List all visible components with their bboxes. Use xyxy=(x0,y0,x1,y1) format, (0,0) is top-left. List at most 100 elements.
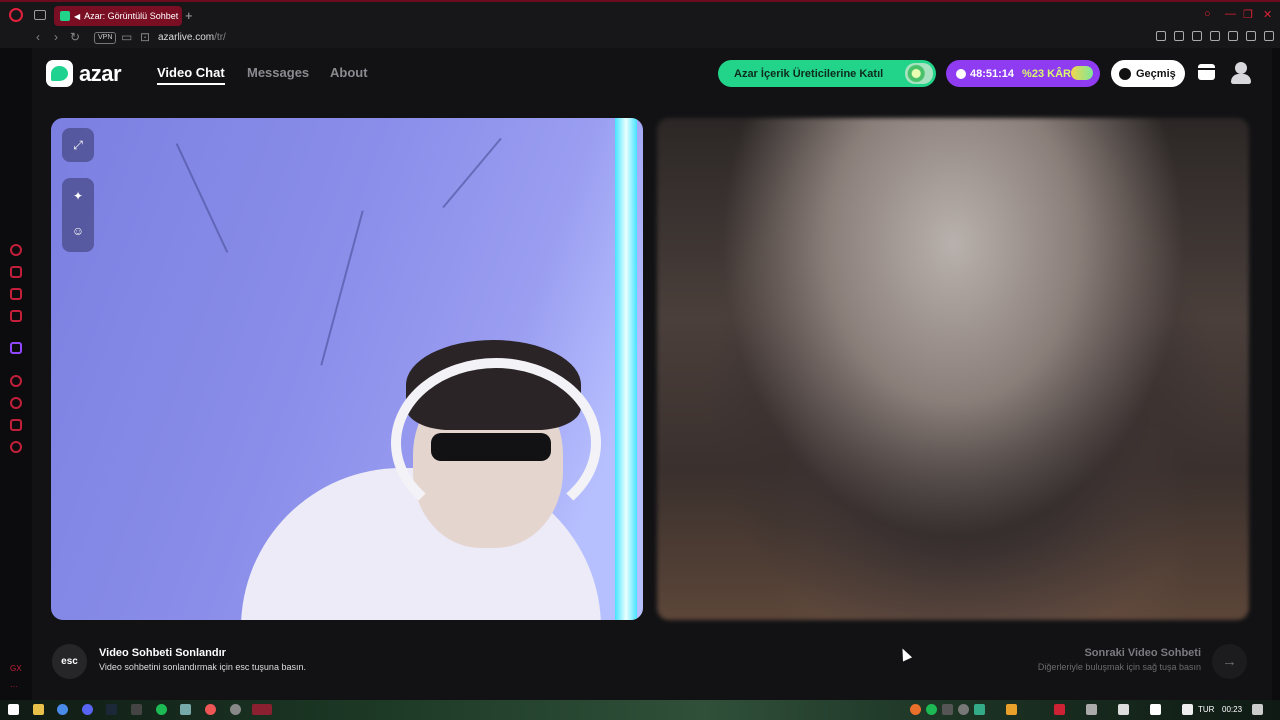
end-chat-title[interactable]: Video Sohbeti Sonlandır xyxy=(99,647,226,659)
opera-gx-taskbar-icon[interactable] xyxy=(252,704,272,715)
tray-icon[interactable] xyxy=(926,704,937,715)
reload-icon[interactable]: ↻ xyxy=(70,30,80,44)
next-chat-title[interactable]: Sonraki Video Sohbeti xyxy=(1084,647,1201,659)
back-icon[interactable]: ‹ xyxy=(36,30,40,44)
menu-icon[interactable] xyxy=(1264,31,1274,41)
gx-corner-icon[interactable] xyxy=(10,288,22,300)
url-field[interactable]: azarlive.com/tr/ xyxy=(158,32,226,43)
file-explorer-icon[interactable] xyxy=(33,704,44,715)
extensions-icon[interactable] xyxy=(10,419,22,431)
expand-tool-group: ⤢ xyxy=(62,128,94,162)
creator-program-button[interactable]: Azar İçerik Üreticilerine Katıl xyxy=(718,60,936,87)
forward-icon[interactable]: › xyxy=(54,30,58,44)
shield-icon[interactable] xyxy=(1192,31,1202,41)
history-icon[interactable] xyxy=(10,397,22,409)
gx-control-icon[interactable] xyxy=(10,244,22,256)
tray-icon[interactable] xyxy=(942,704,953,715)
tray-icon[interactable] xyxy=(958,704,969,715)
camera-icon[interactable]: ▭ xyxy=(121,30,132,44)
end-chat-subtitle: Video sohbetini sonlandırmak için esc tu… xyxy=(99,662,306,672)
clock[interactable]: 00:23 xyxy=(1222,705,1242,714)
effects-tool-group: ✦ ☺ xyxy=(62,178,94,252)
chrome-icon[interactable] xyxy=(57,704,68,715)
creator-badge-icon xyxy=(905,63,933,84)
tab-search-icon[interactable] xyxy=(34,10,46,20)
player-icon[interactable] xyxy=(10,375,22,387)
nav-about[interactable]: About xyxy=(330,65,368,80)
user-webcam-feed xyxy=(201,318,641,620)
notification-icon[interactable] xyxy=(1252,704,1263,715)
tray-icon[interactable] xyxy=(910,704,921,715)
next-chat-subtitle: Diğerleriyle buluşmak için sağ tuşa bası… xyxy=(1037,662,1201,672)
snapshot-icon[interactable] xyxy=(1174,31,1184,41)
app-icon[interactable] xyxy=(205,704,216,715)
avatar-body xyxy=(1231,74,1251,84)
gx-label[interactable]: GX xyxy=(10,664,22,673)
news-icon[interactable] xyxy=(10,310,22,322)
tray-icon[interactable] xyxy=(1054,704,1065,715)
pin-icon[interactable] xyxy=(1156,31,1166,41)
minimize-button[interactable]: — xyxy=(1225,8,1236,20)
headset xyxy=(391,358,601,528)
search-icon[interactable]: ○ xyxy=(1204,8,1211,20)
tray-icon[interactable] xyxy=(974,704,985,715)
discord-icon[interactable] xyxy=(82,704,93,715)
speaker-icon[interactable]: ◀ xyxy=(74,12,80,21)
history-button[interactable]: Geçmiş xyxy=(1111,60,1185,87)
store-icon[interactable] xyxy=(10,266,22,278)
emoji-icon[interactable]: ☺ xyxy=(70,223,86,239)
clock-icon xyxy=(956,68,966,79)
promo-timer: 48:51:14 xyxy=(970,67,1015,80)
heart-icon[interactable] xyxy=(1228,31,1238,41)
azar-favicon-icon xyxy=(60,11,70,21)
close-button[interactable]: ✕ xyxy=(1263,8,1272,21)
spotify-icon[interactable] xyxy=(156,704,167,715)
shop-box-icon[interactable] xyxy=(1198,64,1215,80)
app-icon[interactable] xyxy=(180,704,191,715)
creator-program-label: Azar İçerik Üreticilerine Katıl xyxy=(734,67,884,80)
steam-icon[interactable] xyxy=(106,704,117,715)
active-tab[interactable]: ◀ Azar: Görüntülü Sohbet xyxy=(54,6,182,26)
nav-messages[interactable]: Messages xyxy=(247,65,309,80)
maximize-button[interactable]: ❐ xyxy=(1243,8,1253,21)
tray-icon[interactable] xyxy=(1118,704,1129,715)
history-clock-icon xyxy=(1119,67,1131,80)
app-icon[interactable] xyxy=(131,704,142,715)
expand-icon[interactable]: ⤢ xyxy=(70,137,86,153)
more-icon[interactable]: ··· xyxy=(10,682,18,691)
magic-wand-icon[interactable]: ✦ xyxy=(70,188,86,204)
azar-logo-icon xyxy=(46,60,73,87)
opera-icon[interactable] xyxy=(9,8,23,22)
tray-icon[interactable] xyxy=(1006,704,1017,715)
azar-logo[interactable]: azar xyxy=(46,60,122,87)
avatar[interactable] xyxy=(1230,60,1252,86)
next-arrow-button[interactable]: → xyxy=(1212,644,1247,679)
tab-title: Azar: Görüntülü Sohbet xyxy=(84,11,179,21)
volume-icon[interactable] xyxy=(1182,704,1193,715)
vpn-badge[interactable]: VPN xyxy=(94,32,117,44)
promo-timer-button[interactable]: 48:51:14 %23 KÂR xyxy=(946,60,1100,87)
tray-icon[interactable] xyxy=(1150,704,1161,715)
wall-texture xyxy=(442,137,502,209)
taskbar: TUR 00:23 xyxy=(0,700,1280,720)
app-icon[interactable] xyxy=(230,704,241,715)
wall-texture xyxy=(175,143,229,253)
esc-button[interactable]: esc xyxy=(52,644,87,679)
tray-icon[interactable] xyxy=(1086,704,1097,715)
promo-discount: %23 KÂR xyxy=(1022,67,1071,80)
gems-icon xyxy=(1071,66,1093,80)
lock-icon[interactable]: ⊡ xyxy=(140,30,150,44)
new-tab-button[interactable]: + xyxy=(185,8,193,23)
twitch-icon[interactable] xyxy=(10,342,22,354)
language-indicator[interactable]: TUR xyxy=(1198,705,1214,714)
browser-toolbar-icons xyxy=(1156,31,1274,41)
start-icon[interactable] xyxy=(8,704,19,715)
profile-icon[interactable] xyxy=(1246,31,1256,41)
history-label: Geçmiş xyxy=(1136,67,1176,80)
nav-video-chat[interactable]: Video Chat xyxy=(157,65,225,85)
url-path: /tr/ xyxy=(214,32,226,43)
play-icon[interactable] xyxy=(1210,31,1220,41)
settings-icon[interactable] xyxy=(10,441,22,453)
browser-tab-bar: ◀ Azar: Görüntülü Sohbet + ○ — ❐ ✕ xyxy=(0,0,1280,28)
avatar-head xyxy=(1235,62,1247,74)
